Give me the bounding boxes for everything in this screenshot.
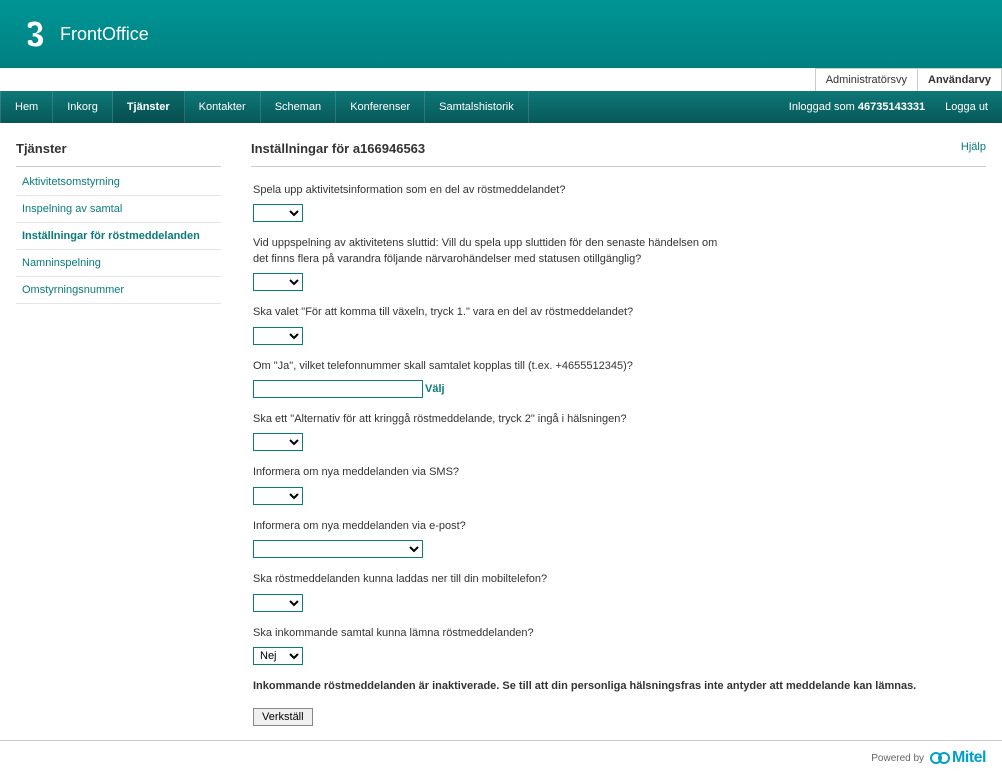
sidebar-item[interactable]: Inställningar för röstmeddelanden: [16, 223, 221, 250]
logout-link[interactable]: Logga ut: [931, 101, 1002, 113]
banner: FrontOffice: [0, 0, 1002, 68]
sidebar-title: Tjänster: [16, 141, 221, 167]
form-field: Ska ett "Alternativ för att kringgå röst…: [251, 412, 986, 451]
nav-item-samtalshistorik[interactable]: Samtalshistorik: [425, 91, 529, 123]
form-field: Ska valet "För att komma till växeln, tr…: [251, 305, 986, 344]
login-prefix: Inloggad som: [789, 101, 858, 113]
field-label: Ska ett "Alternativ för att kringgå röst…: [253, 412, 733, 427]
field-select[interactable]: [253, 594, 303, 612]
main-nav: HemInkorgTjänsterKontakterSchemanKonfere…: [0, 91, 1002, 123]
field-select[interactable]: Nej: [253, 647, 303, 665]
content-area: Tjänster AktivitetsomstyrningInspelning …: [0, 123, 1002, 741]
view-tab-admin[interactable]: Administratörsvy: [816, 69, 918, 91]
main-panel: Inställningar för a166946563 Hjälp Spela…: [251, 141, 986, 730]
field-label: Ska röstmeddelanden kunna laddas ner til…: [253, 572, 733, 587]
sidebar-item[interactable]: Namninspelning: [16, 250, 221, 277]
field-select[interactable]: [253, 540, 423, 558]
pick-link[interactable]: Välj: [425, 383, 445, 395]
field-label: Informera om nya meddelanden via SMS?: [253, 465, 733, 480]
sidebar-item[interactable]: Aktivitetsomstyrning: [16, 169, 221, 196]
help-link[interactable]: Hjälp: [961, 141, 986, 156]
vendor-logo: Mitel: [930, 749, 986, 767]
field-label: Ska valet "För att komma till växeln, tr…: [253, 305, 733, 320]
form-field: Ska röstmeddelanden kunna laddas ner til…: [251, 572, 986, 611]
nav-item-konferenser[interactable]: Konferenser: [336, 91, 425, 123]
form-field: Om "Ja", vilket telefonnummer skall samt…: [251, 359, 986, 398]
field-select[interactable]: [253, 204, 303, 222]
page-title: Inställningar för a166946563: [251, 141, 425, 156]
apply-button[interactable]: Verkställ: [253, 708, 313, 726]
vendor-name: Mitel: [952, 749, 986, 767]
brand-name: FrontOffice: [60, 24, 149, 45]
mitel-icon: [930, 750, 950, 766]
sidebar: Tjänster AktivitetsomstyrningInspelning …: [16, 141, 221, 730]
field-label: Ska inkommande samtal kunna lämna röstme…: [253, 626, 733, 641]
field-select[interactable]: [253, 273, 303, 291]
form-field: Ska inkommande samtal kunna lämna röstme…: [251, 626, 986, 665]
view-tab-user[interactable]: Användarvy: [918, 69, 1001, 91]
form-field: Vid uppspelning av aktivitetens sluttid:…: [251, 236, 986, 291]
warning-message: Inkommande röstmeddelanden är inaktivera…: [251, 679, 986, 694]
nav-item-scheman[interactable]: Scheman: [261, 91, 336, 123]
nav-item-hem[interactable]: Hem: [0, 91, 53, 123]
view-tabs: Administratörsvy Användarvy: [815, 68, 1002, 91]
form-field: Informera om nya meddelanden via SMS?: [251, 465, 986, 504]
nav-item-tjänster[interactable]: Tjänster: [113, 91, 185, 123]
field-label: Informera om nya meddelanden via e-post?: [253, 519, 733, 534]
field-label: Om "Ja", vilket telefonnummer skall samt…: [253, 359, 733, 374]
three-logo-icon: [20, 17, 54, 51]
form-field: Informera om nya meddelanden via e-post?: [251, 519, 986, 558]
nav-item-kontakter[interactable]: Kontakter: [185, 91, 261, 123]
sidebar-item[interactable]: Omstyrningsnummer: [16, 277, 221, 304]
field-label: Spela upp aktivitetsinformation som en d…: [253, 183, 733, 198]
nav-item-inkorg[interactable]: Inkorg: [53, 91, 113, 123]
field-select[interactable]: [253, 327, 303, 345]
brand-logo: FrontOffice: [20, 17, 149, 51]
login-user: 46735143331: [858, 101, 925, 113]
form-field: Spela upp aktivitetsinformation som en d…: [251, 183, 986, 222]
phone-input[interactable]: [253, 380, 423, 398]
sidebar-item[interactable]: Inspelning av samtal: [16, 196, 221, 223]
main-header: Inställningar för a166946563 Hjälp: [251, 141, 986, 167]
field-select[interactable]: [253, 487, 303, 505]
login-status: Inloggad som 46735143331: [783, 101, 931, 113]
view-switch-row: Administratörsvy Användarvy: [0, 68, 1002, 91]
powered-by-label: Powered by: [871, 753, 924, 764]
field-select[interactable]: [253, 433, 303, 451]
footer: Powered by Mitel: [0, 741, 1002, 775]
field-label: Vid uppspelning av aktivitetens sluttid:…: [253, 236, 733, 267]
